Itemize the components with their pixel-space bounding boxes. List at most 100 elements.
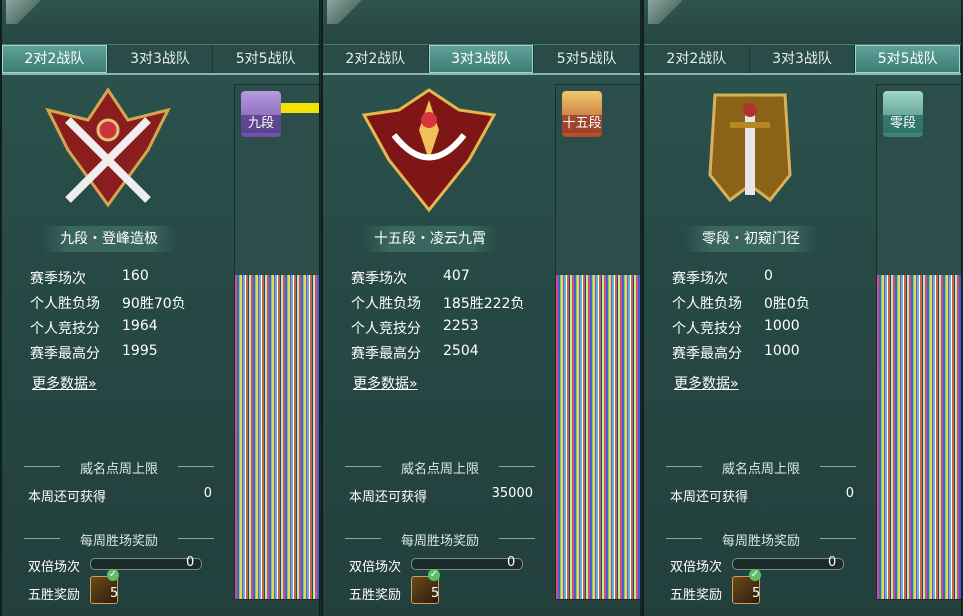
tab-3v3[interactable]: 3对3战队 [428,45,535,73]
week-label: 本周还可获得 [349,490,428,505]
rank-badge-label: 九段 [241,115,281,133]
double-label: 双倍场次 [670,560,723,575]
five-win-label: 五胜奖励 [670,588,723,603]
tab-2v2[interactable]: 2对2战队 [2,45,108,73]
stats-list: 赛季场次 160 个人胜负场 90胜70负 个人竞技分 1964 赛季最高分 1995 [30,268,220,368]
stat-row: 个人竞技分 1000 [672,318,862,343]
stat-row: 赛季最高分 1995 [30,343,220,368]
stat-value: 0胜0负 [764,296,810,312]
check-icon: ✓ [749,569,761,581]
stat-value: 407 [443,268,470,284]
check-icon: ✓ [107,569,119,581]
stat-row: 个人竞技分 1964 [30,318,220,343]
weekly-section-title: 每周胜场奖励 [24,530,214,549]
glitch-stripes [877,275,961,599]
stat-row: 赛季场次 0 [672,268,862,293]
stat-row: 个人胜负场 90胜70负 [30,293,220,318]
stat-label: 赛季场次 [672,271,728,287]
five-win-label: 五胜奖励 [28,588,81,603]
stat-value: 1000 [764,318,800,334]
more-data-link[interactable]: 更多数据» [32,373,97,393]
team-tabs: 2对2战队 3对3战队 5对5战队 [644,44,961,75]
progress-bar-yellow [281,103,319,113]
double-label: 双倍场次 [28,560,81,575]
double-label: 双倍场次 [349,560,402,575]
stat-label: 赛季场次 [30,271,86,287]
tab-2v2[interactable]: 2对2战队 [323,45,429,73]
stat-row: 赛季场次 407 [351,268,541,293]
double-value: 0 [828,555,837,570]
glitch-stripes [235,275,319,599]
rank-title: 九段・登峰造极 [42,226,176,252]
stat-value: 1995 [122,343,158,359]
panel-header [2,0,319,44]
stat-row: 个人胜负场 0胜0负 [672,293,862,318]
tab-3v3[interactable]: 3对3战队 [108,45,214,73]
stat-value: 1000 [764,343,800,359]
stat-row: 赛季最高分 1000 [672,343,862,368]
rank-badge-label: 零段 [883,115,923,133]
side-preview: 九段 [234,84,319,600]
stat-value: 185胜222负 [443,296,525,312]
rank-badge: 九段 [241,91,281,137]
stat-value: 90胜70负 [122,296,186,312]
stats-list: 赛季场次 0 个人胜负场 0胜0负 个人竞技分 1000 赛季最高分 1000 [672,268,862,368]
stat-label: 个人竞技分 [351,321,421,337]
glitch-stripes [556,275,640,599]
stat-label: 个人胜负场 [30,296,100,312]
more-data-link[interactable]: 更多数据» [674,373,739,393]
team-panel-3v3: 2对2战队 3对3战队 5对5战队 十五段・凌云九霄 赛季场次 407 个人胜负场… [321,0,641,616]
stats-list: 赛季场次 407 个人胜负场 185胜222负 个人竞技分 2253 赛季最高分 250… [351,268,541,368]
reward-count: 5 [110,586,119,601]
team-panel-5v5: 2对2战队 3对3战队 5对5战队 零段・初窥门径 赛季场次 0 个人胜负场 0胜0… [642,0,962,616]
weekly-section-title: 每周胜场奖励 [666,530,856,549]
emblem-winged-crown-icon [361,88,497,213]
fame-section-title: 威名点周上限 [24,458,214,477]
tab-5v5[interactable]: 5对5战队 [534,45,640,73]
rank-badge-label: 十五段 [562,115,602,133]
panel-header [644,0,961,44]
rank-title: 零段・初窥门径 [684,226,818,252]
side-preview: 零段 [876,84,961,600]
corner-ornament [648,0,682,24]
week-value: 0 [203,486,212,501]
fame-section-title: 威名点周上限 [666,458,856,477]
stat-row: 赛季场次 160 [30,268,220,293]
double-value: 0 [186,555,195,570]
stat-value: 0 [764,268,773,284]
rank-badge: 零段 [883,91,923,137]
tab-3v3[interactable]: 3对3战队 [750,45,856,73]
stat-label: 个人胜负场 [351,296,421,312]
tab-5v5[interactable]: 5对5战队 [855,45,961,73]
double-value: 0 [507,555,516,570]
stat-value: 160 [122,268,149,284]
week-row: 本周还可获得 35000 [349,486,533,505]
stat-value: 1964 [122,318,158,334]
tab-5v5[interactable]: 5对5战队 [213,45,319,73]
check-icon: ✓ [428,569,440,581]
emblem-crossed-swords-icon [45,87,171,208]
stat-label: 赛季最高分 [351,346,421,362]
tab-2v2[interactable]: 2对2战队 [644,45,750,73]
reward-count: 5 [431,586,440,601]
stat-row: 个人胜负场 185胜222负 [351,293,541,318]
team-panel-2v2: 2对2战队 3对3战队 5对5战队 九段・登峰造极 赛季场次 160 个人胜负场 9… [0,0,320,616]
corner-ornament [6,0,40,24]
fame-section-title: 威名点周上限 [345,458,535,477]
rank-badge: 十五段 [562,91,602,137]
more-data-link[interactable]: 更多数据» [353,373,418,393]
side-preview: 十五段 [555,84,640,600]
weekly-section-title: 每周胜场奖励 [345,530,535,549]
rank-title: 十五段・凌云九霄 [363,226,497,252]
week-value: 0 [845,486,854,501]
emblem-sword-banner-icon [708,93,792,203]
reward-count: 5 [752,586,761,601]
week-row: 本周还可获得 0 [670,486,854,505]
stat-value: 2504 [443,343,479,359]
panel-header [323,0,640,44]
stat-label: 个人胜负场 [672,296,742,312]
week-row: 本周还可获得 0 [28,486,212,505]
stat-label: 赛季最高分 [30,346,100,362]
team-tabs: 2对2战队 3对3战队 5对5战队 [323,44,640,75]
stat-row: 个人竞技分 2253 [351,318,541,343]
